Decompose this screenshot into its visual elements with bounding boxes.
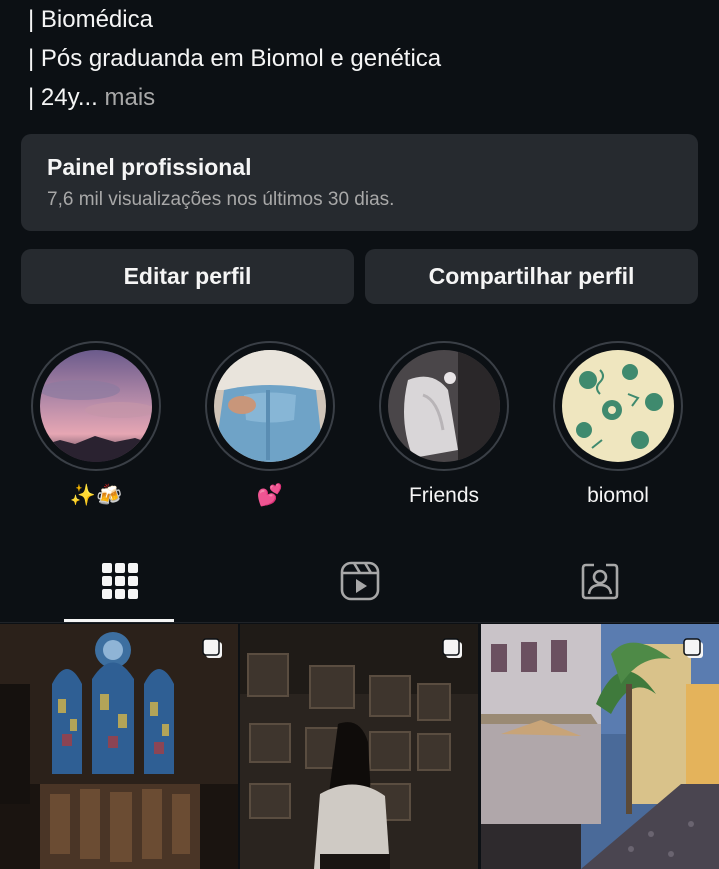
highlight-ring	[553, 341, 683, 471]
highlight-cover-sunset	[40, 350, 152, 462]
story-highlight[interactable]: Friends	[379, 341, 509, 511]
highlight-cover-friends	[388, 350, 500, 462]
highlight-ring	[205, 341, 335, 471]
share-profile-button[interactable]: Compartilhar perfil	[365, 249, 698, 304]
post-thumbnail-gallery[interactable]	[240, 624, 478, 869]
carousel-icon	[202, 638, 222, 658]
profile-tabs	[0, 540, 719, 623]
active-tab-indicator	[64, 619, 174, 622]
story-highlight[interactable]: biomol	[553, 341, 683, 511]
more-link[interactable]: mais	[105, 84, 156, 111]
panel-subtitle: 7,6 mil visualizações nos últimos 30 dia…	[47, 189, 395, 210]
highlight-label: ✨🍻	[69, 484, 123, 507]
bio-line-text: | 24y...	[28, 84, 98, 111]
highlight-cover-jeans	[214, 350, 326, 462]
tagged-icon	[581, 563, 619, 600]
highlight-label: 💕	[256, 484, 284, 507]
tab-reels[interactable]	[240, 540, 480, 622]
bio-line: | Biomédica	[28, 6, 153, 33]
bio-line: | 24y... mais	[28, 78, 708, 117]
highlight-label: biomol	[587, 484, 649, 507]
highlight-label: Friends	[408, 484, 480, 507]
post-thumbnail-church[interactable]	[0, 624, 238, 869]
highlight-ring	[379, 341, 509, 471]
reels-icon	[340, 561, 380, 601]
story-highlight[interactable]: 💕	[205, 341, 335, 511]
highlight-cover-biomol	[562, 350, 674, 462]
post-thumbnail-street[interactable]	[481, 624, 719, 869]
carousel-icon	[683, 638, 703, 658]
tab-tagged[interactable]	[480, 540, 719, 622]
grid-icon	[102, 563, 138, 599]
professional-dashboard-card[interactable]: Painel profissional 7,6 mil visualizaçõe…	[21, 134, 698, 231]
panel-title: Painel profissional	[47, 154, 252, 180]
posts-grid	[0, 624, 719, 869]
tab-posts[interactable]	[0, 540, 240, 622]
edit-profile-button[interactable]: Editar perfil	[21, 249, 354, 304]
bio-line: | Pós graduanda em Biomol e genética	[28, 45, 442, 72]
story-highlight[interactable]: ✨🍻	[31, 341, 161, 511]
carousel-icon	[442, 638, 462, 658]
highlight-ring	[31, 341, 161, 471]
profile-bio: | Biomédica | Pós graduanda em Biomol e …	[28, 0, 708, 117]
